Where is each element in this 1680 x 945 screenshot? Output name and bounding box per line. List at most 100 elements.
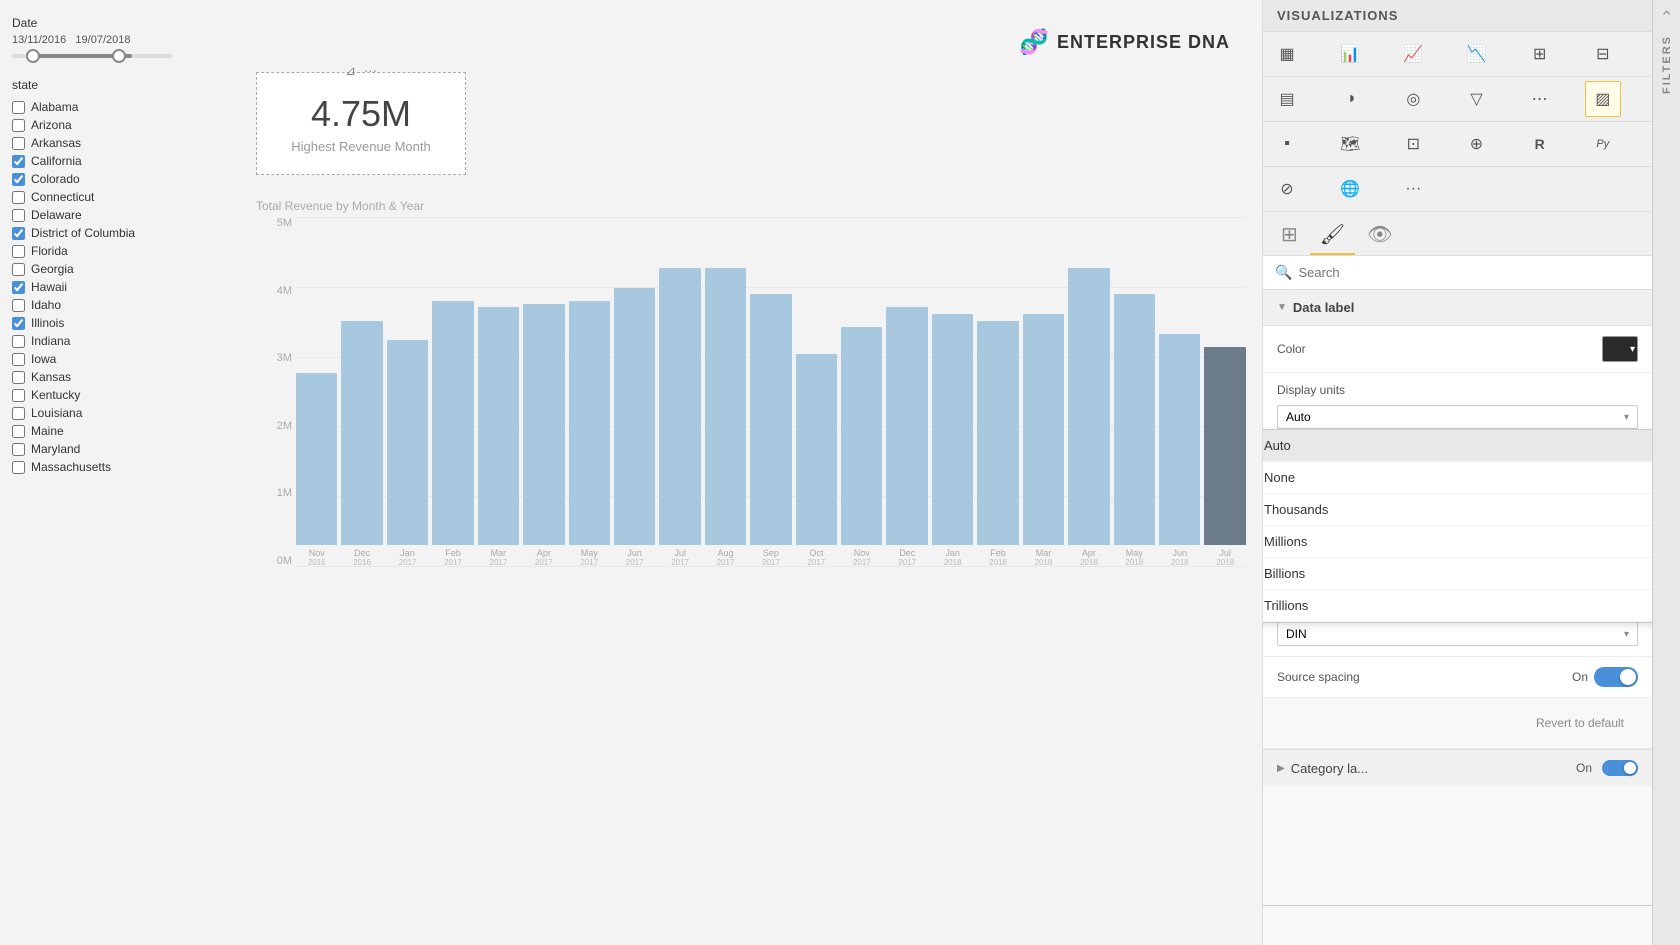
viz-icon-funnel[interactable]: ▽ [1459,81,1495,117]
slider-thumb-right[interactable] [112,49,126,63]
tab-analytics[interactable]: 👁 [1357,216,1402,255]
toggle-track[interactable] [1594,667,1638,687]
state-checkbox-idaho[interactable] [12,299,25,312]
viz-icon-line[interactable]: 📈 [1395,36,1431,72]
state-checkbox-kentucky[interactable] [12,389,25,402]
viz-icon-scatter[interactable]: ⋯ [1522,81,1558,117]
viz-icon-table[interactable]: ⊞ [1522,36,1558,72]
color-swatch[interactable]: ▾ [1602,336,1638,362]
state-item-georgia[interactable]: Georgia [12,260,208,278]
option-trillions[interactable]: Trillions [1263,590,1652,622]
viz-icon-bar2[interactable]: 📊 [1332,36,1368,72]
viz-icon-extra1[interactable]: ⊘ [1269,171,1305,207]
state-item-arkansas[interactable]: Arkansas [12,134,208,152]
state-checkbox-louisiana[interactable] [12,407,25,420]
option-thousands[interactable]: Thousands [1263,494,1652,526]
state-item-florida[interactable]: Florida [12,242,208,260]
state-item-connecticut[interactable]: Connecticut [12,188,208,206]
state-checkbox-hawaii[interactable] [12,281,25,294]
state-checkbox-colorado[interactable] [12,173,25,186]
state-checkbox-iowa[interactable] [12,353,25,366]
state-checkbox-georgia[interactable] [12,263,25,276]
state-checkbox-kansas[interactable] [12,371,25,384]
state-checkbox-delaware[interactable] [12,209,25,222]
state-item-california[interactable]: California [12,152,208,170]
bar-col[interactable]: Mar2017 [478,217,519,567]
bar-col[interactable]: Nov2016 [296,217,337,567]
state-checkbox-maryland[interactable] [12,443,25,456]
option-auto[interactable]: Auto [1263,430,1652,462]
bar-col[interactable]: Jun2018 [1159,217,1200,567]
state-item-kansas[interactable]: Kansas [12,368,208,386]
state-item-louisiana[interactable]: Louisiana [12,404,208,422]
option-billions[interactable]: Billions [1263,558,1652,590]
tab-fields[interactable]: ⊞ [1271,216,1308,255]
bar-col[interactable]: Jan2017 [387,217,428,567]
state-item-massachusetts[interactable]: Massachusetts [12,458,208,476]
state-checkbox-california[interactable] [12,155,25,168]
viz-icon-pie[interactable]: ◑ [1332,81,1368,117]
bar-col[interactable]: Feb2018 [977,217,1018,567]
viz-icon-matrix[interactable]: ⊟ [1585,36,1621,72]
state-item-kentucky[interactable]: Kentucky [12,386,208,404]
state-item-illinois[interactable]: Illinois [12,314,208,332]
viz-icon-extra3[interactable]: ··· [1395,171,1431,207]
state-item-maine[interactable]: Maine [12,422,208,440]
bar-col[interactable]: Dec2016 [341,217,382,567]
bar-col[interactable]: Nov2017 [841,217,882,567]
bar-col[interactable]: Jan2018 [932,217,973,567]
bar-col[interactable]: Jun2017 [614,217,655,567]
viz-icon-gauge[interactable]: ⊕ [1459,126,1495,162]
state-item-indiana[interactable]: Indiana [12,332,208,350]
bar-col[interactable]: Jul2018 [1204,217,1245,567]
bar-col[interactable]: Oct2017 [796,217,837,567]
state-item-alabama[interactable]: Alabama [12,98,208,116]
state-checkbox-illinois[interactable] [12,317,25,330]
category-toggle[interactable] [1602,760,1638,776]
tab-format[interactable]: 🖌 [1310,216,1355,255]
more-options-icon[interactable]: ··· [364,63,377,79]
bar-col[interactable]: Sep2017 [750,217,791,567]
date-range-slider[interactable] [12,54,172,58]
viz-icon-stacked[interactable]: ▤ [1269,81,1305,117]
state-item-district-of-columbia[interactable]: District of Columbia [12,224,208,242]
state-checkbox-maine[interactable] [12,425,25,438]
option-millions[interactable]: Millions [1263,526,1652,558]
filter-icon[interactable]: ⊿ [345,63,356,79]
bar-col[interactable]: May2017 [569,217,610,567]
viz-icon-card[interactable]: ▪ [1269,126,1305,162]
bar-col[interactable]: May2018 [1114,217,1155,567]
state-checkbox-connecticut[interactable] [12,191,25,204]
option-none[interactable]: None [1263,462,1652,494]
viz-icon-py[interactable]: Py [1585,126,1621,162]
revert-button[interactable]: Revert to default [1522,708,1638,738]
data-label-section-header[interactable]: ▼ Data label [1263,290,1652,326]
viz-icon-combo[interactable]: 📉 [1459,36,1495,72]
state-item-maryland[interactable]: Maryland [12,440,208,458]
state-item-colorado[interactable]: Colorado [12,170,208,188]
state-item-hawaii[interactable]: Hawaii [12,278,208,296]
bar-col[interactable]: Feb2017 [432,217,473,567]
state-checkbox-indiana[interactable] [12,335,25,348]
viz-icon-r[interactable]: R [1522,126,1558,162]
state-checkbox-alabama[interactable] [12,101,25,114]
state-item-idaho[interactable]: Idaho [12,296,208,314]
state-checkbox-arizona[interactable] [12,119,25,132]
state-item-delaware[interactable]: Delaware [12,206,208,224]
bar-col[interactable]: Apr2017 [523,217,564,567]
state-checkbox-massachusetts[interactable] [12,461,25,474]
state-checkbox-arkansas[interactable] [12,137,25,150]
bar-col[interactable]: Jul2017 [659,217,700,567]
bar-col[interactable]: Apr2018 [1068,217,1109,567]
bar-col[interactable]: Mar2018 [1023,217,1064,567]
display-units-dropdown[interactable]: Auto ▾ [1277,405,1638,429]
category-label-section-header[interactable]: ▶ Category la... On [1263,749,1652,786]
search-input[interactable] [1298,265,1640,280]
collapse-panel-button[interactable]: ‹ [1658,10,1676,15]
viz-icon-active[interactable]: ▨ [1585,81,1621,117]
viz-icon-tree[interactable]: ⊡ [1395,126,1431,162]
state-checkbox-florida[interactable] [12,245,25,258]
bar-col[interactable]: Aug2017 [705,217,746,567]
viz-icon-donut[interactable]: ◎ [1395,81,1431,117]
font-family-dropdown[interactable]: DIN ▾ [1277,622,1638,646]
